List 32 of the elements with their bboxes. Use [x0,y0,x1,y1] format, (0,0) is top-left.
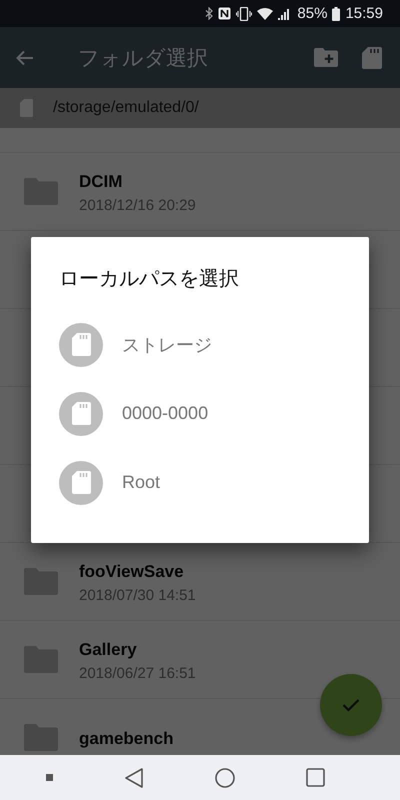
sd-card-icon [59,460,103,504]
folder-name[interactable]: Gallery [79,640,196,660]
folder-name[interactable]: DCIM [79,172,196,192]
storage-option[interactable]: Root [59,448,349,517]
folder-plus-icon [314,48,338,67]
wifi-icon [257,8,274,20]
sd-card-icon [362,46,382,68]
recents-icon[interactable] [306,768,324,787]
back-arrow-icon [16,50,34,66]
folder-icon [24,178,58,205]
battery-percent: 85% [297,5,328,22]
folder-icon [24,568,58,595]
vibrate-icon [236,6,252,20]
storage-option[interactable]: ストレージ [59,310,349,379]
folder-icon [24,724,58,751]
folder-icon [24,646,58,673]
battery-icon [332,6,340,20]
sd-card-icon [59,392,103,436]
storage-option[interactable]: 0000-0000 [59,379,349,448]
home-icon[interactable] [214,768,234,788]
clock: 15:59 [345,5,383,22]
sd-card-icon [59,322,103,366]
sd-card-icon [20,99,33,117]
back-icon[interactable] [124,766,144,788]
dialog-title: ローカルパスを選択 [59,267,240,292]
folder-name[interactable]: fooViewSave [79,562,196,582]
folder-name[interactable]: gamebench [79,728,174,748]
check-icon [342,698,360,712]
confirm-button[interactable] [320,674,382,736]
nfc-icon [218,7,232,20]
app-title: フォルダ選択 [78,46,209,72]
bluetooth-icon [205,7,214,20]
